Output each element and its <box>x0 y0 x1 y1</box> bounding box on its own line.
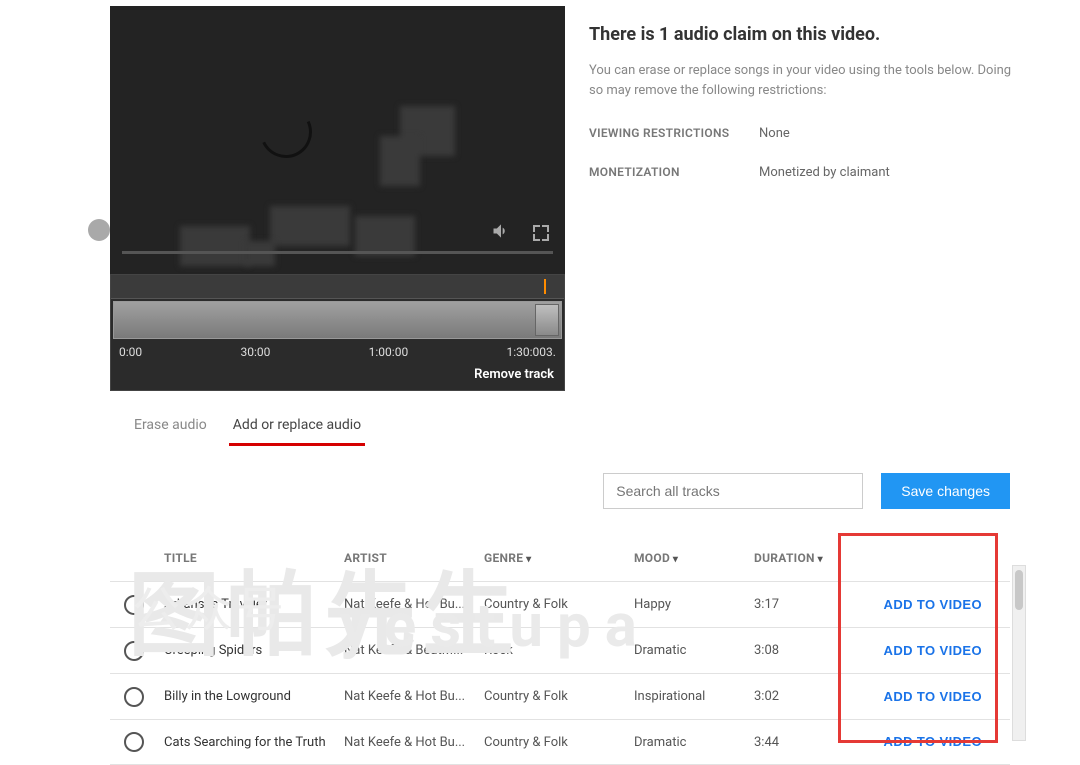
row-radio[interactable] <box>124 641 144 661</box>
restrictions-label: VIEWING RESTRICTIONS <box>589 126 759 141</box>
tick-label: 1:30:003. <box>507 345 556 359</box>
add-to-video-button[interactable]: ADD TO VIDEO <box>884 643 982 658</box>
restrictions-value: None <box>759 126 790 141</box>
track-mood: Happy <box>634 597 754 612</box>
track-title: Arkansas Traveler <box>164 597 344 612</box>
track-duration: 3:02 <box>754 689 854 704</box>
track-genre: Country & Folk <box>484 735 634 750</box>
table-row: Creeping SpidersNat Keefe & BeatM...Rock… <box>110 627 1010 673</box>
fullscreen-icon[interactable] <box>533 225 549 246</box>
add-to-video-button[interactable]: ADD TO VIDEO <box>884 734 982 749</box>
remove-track-button[interactable]: Remove track <box>111 363 564 390</box>
tick-label: 1:00:00 <box>369 345 409 359</box>
tab-add-replace-audio[interactable]: Add or replace audio <box>229 409 365 446</box>
timeline-ticks: 0:00 30:00 1:00:00 1:30:003. <box>111 341 564 363</box>
tab-erase-audio[interactable]: Erase audio <box>130 409 211 446</box>
track-artist: Nat Keefe & BeatM... <box>344 643 484 658</box>
track-duration: 3:17 <box>754 597 854 612</box>
table-row: Cats Searching for the TruthNat Keefe & … <box>110 719 1010 765</box>
add-to-video-button[interactable]: ADD TO VIDEO <box>884 689 982 704</box>
track-genre: Country & Folk <box>484 597 634 612</box>
scrub-handle[interactable] <box>88 219 110 241</box>
track-title: Cats Searching for the Truth <box>164 735 344 750</box>
timeline-marker[interactable] <box>544 279 546 294</box>
claim-title: There is 1 audio claim on this video. <box>589 24 1020 45</box>
audio-tabs: Erase audio Add or replace audio <box>110 391 1080 447</box>
col-mood[interactable]: MOOD <box>634 551 754 565</box>
loading-spinner-icon <box>253 99 320 166</box>
row-radio[interactable] <box>124 732 144 752</box>
table-row: Arkansas TravelerNat Keefe & Hot Bu...Co… <box>110 581 1010 627</box>
track-duration: 3:08 <box>754 643 854 658</box>
col-genre[interactable]: GENRE <box>484 551 634 565</box>
track-artist: Nat Keefe & Hot Bu... <box>344 735 484 750</box>
track-mood: Dramatic <box>634 735 754 750</box>
monetization-label: MONETIZATION <box>589 165 759 180</box>
track-title: Creeping Spiders <box>164 643 344 658</box>
track-genre: Country & Folk <box>484 689 634 704</box>
track-mood: Inspirational <box>634 689 754 704</box>
track-title: Billy in the Lowground <box>164 689 344 704</box>
clip-trim-handle[interactable] <box>535 304 559 336</box>
video-player[interactable] <box>110 6 565 274</box>
row-radio[interactable] <box>124 687 144 707</box>
col-title[interactable]: TITLE <box>164 551 344 565</box>
track-duration: 3:44 <box>754 735 854 750</box>
track-genre: Rock <box>484 643 634 658</box>
col-artist[interactable]: ARTIST <box>344 551 484 565</box>
audio-track-clip[interactable] <box>113 301 562 339</box>
progress-bar[interactable] <box>122 251 553 254</box>
row-radio[interactable] <box>124 595 144 615</box>
audio-timeline: 0:00 30:00 1:00:00 1:30:003. Remove trac… <box>110 274 565 391</box>
tick-label: 0:00 <box>119 345 142 359</box>
track-artist: Nat Keefe & Hot Bu... <box>344 597 484 612</box>
monetization-value: Monetized by claimant <box>759 165 890 180</box>
add-to-video-button[interactable]: ADD TO VIDEO <box>884 597 982 612</box>
table-header: TITLE ARTIST GENRE MOOD DURATION <box>110 545 1010 581</box>
scrollbar-thumb[interactable] <box>1015 570 1023 610</box>
table-row: Billy in the LowgroundNat Keefe & Hot Bu… <box>110 673 1010 719</box>
claim-description: You can erase or replace songs in your v… <box>589 61 1020 100</box>
save-changes-button[interactable]: Save changes <box>881 473 1010 509</box>
track-artist: Nat Keefe & Hot Bu... <box>344 689 484 704</box>
volume-icon[interactable] <box>491 221 511 246</box>
track-mood: Dramatic <box>634 643 754 658</box>
table-scrollbar[interactable] <box>1012 565 1026 741</box>
timeline-waveform[interactable] <box>111 275 564 299</box>
col-duration[interactable]: DURATION <box>754 551 854 565</box>
player-controls <box>110 222 565 268</box>
tick-label: 30:00 <box>240 345 270 359</box>
search-input[interactable] <box>603 473 863 509</box>
